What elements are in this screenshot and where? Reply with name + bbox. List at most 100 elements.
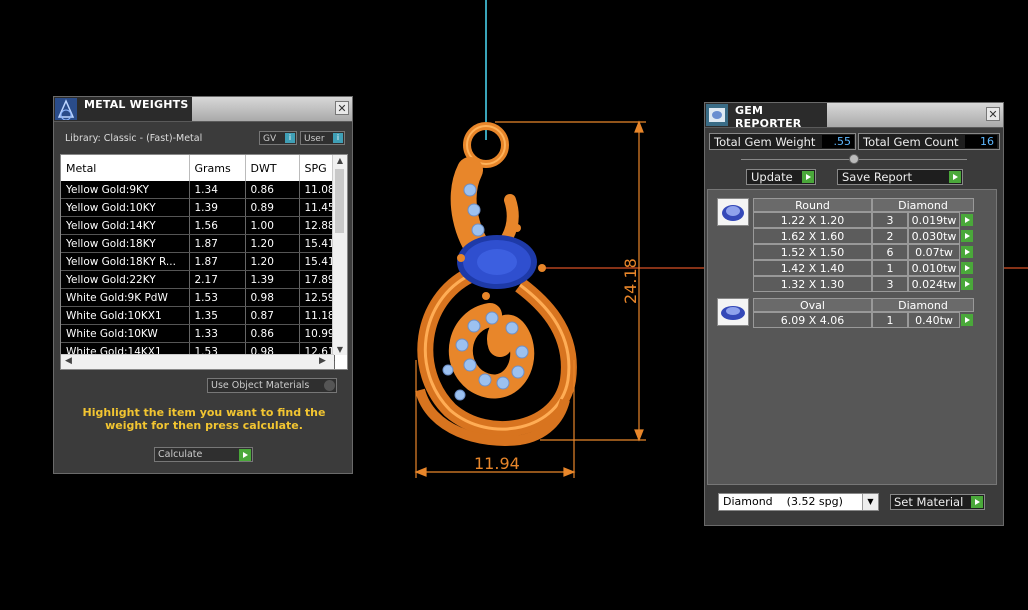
gem-list-area: Round Diamond 1.22 X 1.20 3 0.019tw 1.62…: [707, 189, 997, 485]
calculate-label: Calculate: [158, 449, 203, 460]
dwt-cell: 1.39: [245, 270, 300, 289]
gem-size: 1.22 X 1.20: [753, 212, 872, 228]
dwt-cell: 1.20: [245, 252, 300, 271]
user-toggle[interactable]: User i: [300, 131, 345, 145]
library-label: Library: Classic - (Fast)-Metal: [65, 133, 203, 144]
metal-name-cell: White Gold:9K PdW: [61, 288, 190, 307]
total-gem-weight-value: .55: [822, 135, 854, 148]
scroll-right-icon[interactable]: ▶: [319, 356, 326, 366]
calculate-button[interactable]: Calculate: [154, 447, 253, 462]
grams-cell: 1.34: [189, 181, 246, 199]
save-report-button[interactable]: Save Report: [837, 169, 963, 185]
select-gem-arrow-icon[interactable]: [961, 314, 973, 326]
select-gem-arrow-icon[interactable]: [961, 230, 973, 242]
total-gem-count-value: 16: [965, 135, 997, 148]
update-button[interactable]: Update: [746, 169, 816, 185]
gv-toggle[interactable]: GV i: [259, 131, 297, 145]
gem-size: 1.32 X 1.30: [753, 276, 872, 292]
metal-table-row[interactable]: White Gold:9K PdW 1.53 0.98 12.59: [61, 288, 335, 307]
metal-weights-app-icon: [55, 98, 77, 120]
group-material-header: Diamond: [872, 298, 974, 312]
grams-cell: 1.35: [189, 306, 246, 325]
gem-weight: 0.40tw: [908, 312, 960, 328]
column-header-spg[interactable]: SPG: [299, 155, 335, 181]
metal-name-cell: Yellow Gold:10KY: [61, 198, 190, 217]
gem-size: 6.09 X 4.06: [753, 312, 872, 328]
metal-table-row[interactable]: Yellow Gold:10KY 1.39 0.89 11.45: [61, 198, 335, 217]
select-gem-arrow-icon[interactable]: [961, 214, 973, 226]
set-material-button[interactable]: Set Material: [890, 494, 985, 510]
gem-weight: 0.024tw: [908, 276, 960, 292]
play-arrow-icon: [802, 171, 814, 183]
close-icon[interactable]: ✕: [986, 107, 1000, 121]
metal-table-header: Metal Grams DWT SPG: [61, 155, 335, 181]
dwt-cell: 0.87: [245, 306, 300, 325]
column-header-metal[interactable]: Metal: [61, 155, 190, 181]
total-gem-count-box: Total Gem Count 16: [858, 133, 1000, 150]
gem-count: 2: [872, 228, 908, 244]
gem-count: 1: [872, 312, 908, 328]
select-gem-arrow-icon[interactable]: [961, 278, 973, 290]
use-object-materials-toggle[interactable]: Use Object Materials: [207, 378, 337, 393]
metal-name-cell: White Gold:10KX1: [61, 306, 190, 325]
total-gem-count-label: Total Gem Count: [863, 135, 959, 149]
metal-name-cell: White Gold:10KW: [61, 324, 190, 343]
metal-table: Metal Grams DWT SPG Yellow Gold:9KY 1.34 0…: [61, 155, 335, 369]
close-icon[interactable]: ✕: [335, 101, 349, 115]
metal-table-row[interactable]: White Gold:10KX1 1.35 0.87 11.18: [61, 306, 335, 325]
scroll-up-icon[interactable]: ▲: [333, 156, 347, 165]
gem-weight: 0.019tw: [908, 212, 960, 228]
scroll-left-icon[interactable]: ◀: [65, 356, 72, 366]
oval-diamond-thumbnail[interactable]: [717, 298, 749, 326]
gem-weight: 0.010tw: [908, 260, 960, 276]
group-shape-header: Round: [753, 198, 872, 212]
oval-gem-icon: [721, 306, 745, 320]
scroll-down-icon[interactable]: ▼: [333, 345, 347, 354]
info-icon: i: [333, 133, 343, 143]
column-header-dwt[interactable]: DWT: [245, 155, 300, 181]
collapse-knob-icon[interactable]: [849, 154, 859, 164]
spg-cell: 15.41: [299, 252, 335, 271]
dwt-cell: 1.20: [245, 234, 300, 253]
select-gem-arrow-icon[interactable]: [961, 262, 973, 274]
chevron-down-icon[interactable]: ▼: [862, 494, 878, 510]
grams-cell: 1.56: [189, 216, 246, 235]
gem-size: 1.62 X 1.60: [753, 228, 872, 244]
spg-cell: 12.88: [299, 216, 335, 235]
vertical-scrollbar[interactable]: ▲ ▼: [332, 155, 347, 355]
pendant-model[interactable]: [415, 122, 577, 446]
spg-cell: 15.41: [299, 234, 335, 253]
metal-weights-title: METAL WEIGHTS: [84, 98, 189, 111]
metal-name-cell: Yellow Gold:18KY: [61, 234, 190, 253]
gem-reporter-panel: GEM REPORTER ✕ Total Gem Weight .55 Tota…: [704, 102, 1004, 526]
play-arrow-icon: [971, 496, 983, 508]
total-gem-weight-label: Total Gem Weight: [714, 135, 816, 149]
hint-text: Highlight the item you want to find the …: [82, 406, 326, 432]
material-select[interactable]: Diamond (3.52 spg) ▼: [718, 493, 879, 511]
total-gem-weight-box: Total Gem Weight .55: [709, 133, 856, 150]
gem-count: 6: [872, 244, 908, 260]
info-icon: i: [285, 133, 295, 143]
metal-table-row[interactable]: White Gold:10KW 1.33 0.86 10.99: [61, 324, 335, 343]
group-material-header: Diamond: [872, 198, 974, 212]
metal-table-row[interactable]: Yellow Gold:18KY 1.87 1.20 15.41: [61, 234, 335, 253]
metal-weights-titlebar[interactable]: METAL WEIGHTS ✕: [54, 97, 352, 122]
grams-cell: 2.17: [189, 270, 246, 289]
title-tab: GEM REPORTER: [705, 103, 827, 130]
gem-size: 1.52 X 1.50: [753, 244, 872, 260]
metal-table-row[interactable]: Yellow Gold:9KY 1.34 0.86 11.08: [61, 181, 335, 199]
select-gem-arrow-icon[interactable]: [961, 246, 973, 258]
play-arrow-icon: [239, 449, 251, 461]
title-tab: METAL WEIGHTS: [54, 97, 192, 121]
metal-table-row[interactable]: Yellow Gold:22KY 2.17 1.39 17.89: [61, 270, 335, 289]
metal-table-row[interactable]: Yellow Gold:14KY 1.56 1.00 12.88: [61, 216, 335, 235]
dwt-cell: 0.86: [245, 181, 300, 199]
metal-name-cell: Yellow Gold:14KY: [61, 216, 190, 235]
scroll-thumb[interactable]: [335, 169, 344, 233]
round-diamond-thumbnail[interactable]: [717, 198, 749, 226]
metal-table-row[interactable]: Yellow Gold:18KY R... 1.87 1.20 15.41: [61, 252, 335, 271]
user-toggle-label: User: [304, 134, 325, 144]
column-header-grams[interactable]: Grams: [189, 155, 246, 181]
gem-reporter-titlebar[interactable]: GEM REPORTER ✕: [705, 103, 1003, 130]
horizontal-scrollbar[interactable]: ◀ ▶: [61, 354, 334, 369]
